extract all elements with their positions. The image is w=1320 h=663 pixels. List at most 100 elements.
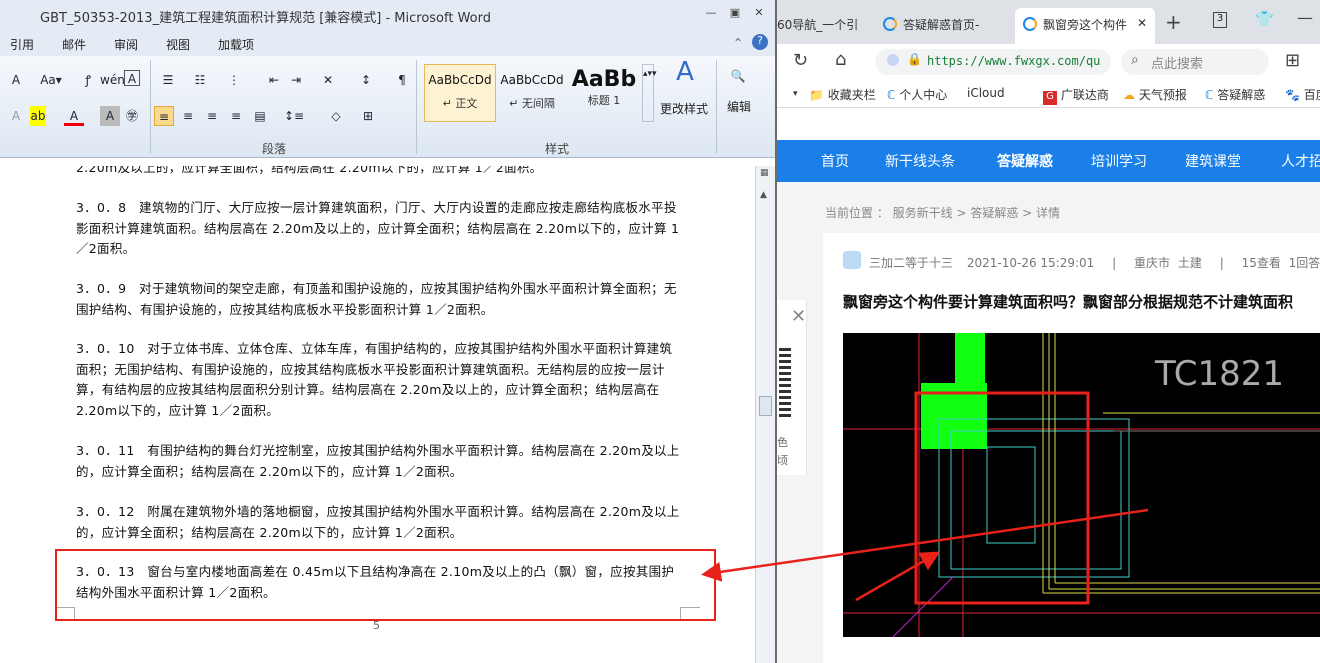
font-color-icon[interactable]: A bbox=[64, 106, 84, 126]
multilevel-list-icon[interactable]: ⋮ bbox=[224, 70, 244, 90]
style-name: ↵ 无间隔 bbox=[509, 97, 555, 110]
enclose-char-icon[interactable]: ㊫ bbox=[122, 106, 142, 126]
paragraph-3-0-10: 3．0．10 对于立体书库、立体仓库、立体车库，有围护结构的，应按其围护结构外围… bbox=[76, 341, 673, 418]
bookmark-item[interactable]: ☁ 天气预报 bbox=[1123, 86, 1187, 103]
url-text: https://www.fwxgx.com/qu bbox=[927, 54, 1101, 68]
bookmark-item[interactable]: ℂ 个人中心 bbox=[887, 86, 947, 103]
site-info-icon[interactable] bbox=[887, 54, 899, 66]
qr-code-icon[interactable] bbox=[779, 348, 791, 420]
side-panel-close-icon[interactable]: ✕ bbox=[791, 306, 806, 327]
bookmark-item[interactable]: 🐾 百度 bbox=[1285, 86, 1320, 103]
scroll-up-icon[interactable]: ▲ bbox=[760, 190, 767, 200]
author-name[interactable]: 三加二等于十三 bbox=[869, 256, 953, 270]
browser-tab-active[interactable]: 飘窗旁这个构件 ✕ bbox=[1015, 8, 1155, 44]
increase-indent-icon[interactable]: ⇥ bbox=[286, 70, 306, 90]
change-styles-icon[interactable]: A bbox=[670, 59, 700, 85]
address-bar-row: ↻ ⌂ 🔒 https://www.fwxgx.com/qu ⌕ 点此搜索 ⊞ bbox=[777, 44, 1320, 78]
bookmark-item[interactable]: iCloud bbox=[967, 86, 1005, 100]
show-marks-icon[interactable]: ¶ bbox=[392, 70, 412, 90]
bookmark-label: 广联达商 bbox=[1060, 88, 1109, 102]
bookmark-label: iCloud bbox=[967, 86, 1005, 100]
find-icon[interactable]: 🔍 bbox=[728, 66, 748, 86]
clear-format-icon[interactable]: ꝭ bbox=[78, 70, 98, 90]
paragraph-3-0-12: 3．0．12 附属在建筑物外墙的落地橱窗，应按其围护结构外围水平面积计算。结构层… bbox=[76, 504, 680, 540]
bookmark-label: 百度 bbox=[1303, 88, 1320, 102]
align-right-icon[interactable]: ≡ bbox=[202, 106, 222, 126]
tab-close-icon[interactable]: ✕ bbox=[1137, 16, 1147, 30]
style-gallery-scroll[interactable]: ▴▾▾ bbox=[642, 64, 657, 122]
side-label: 顷 bbox=[777, 454, 788, 467]
highlight-icon[interactable]: ab bbox=[30, 106, 46, 126]
decrease-indent-icon[interactable]: ⇤ bbox=[264, 70, 284, 90]
apps-grid-icon[interactable]: ⊞ bbox=[1285, 50, 1300, 71]
collapse-ribbon-icon[interactable]: ⌃ bbox=[733, 36, 743, 50]
bookmark-label: 收藏夹栏 bbox=[827, 88, 876, 102]
align-center-icon[interactable]: ≡ bbox=[178, 106, 198, 126]
site-nav: 首页 新干线头条 答疑解惑 培训学习 建筑课堂 人才招 bbox=[777, 140, 1320, 182]
help-icon[interactable]: ? bbox=[752, 34, 768, 50]
paragraph: 2.20m及以上的，应计算全面积；结构层高在 2.20m以下的，应计算 1／2面… bbox=[76, 166, 543, 175]
browser-tab[interactable]: 60导航_一个引 bbox=[777, 8, 861, 44]
edit-label[interactable]: 编辑 bbox=[727, 98, 751, 115]
tab-view[interactable]: 视图 bbox=[166, 36, 190, 53]
bookmark-label: 个人中心 bbox=[899, 88, 948, 102]
vertical-scrollbar[interactable]: ▦ ▲ bbox=[755, 166, 775, 663]
ruler bbox=[0, 158, 757, 166]
cad-image[interactable]: TC1821 bbox=[843, 333, 1320, 637]
home-icon[interactable]: ⌂ bbox=[835, 49, 846, 70]
style-normal[interactable]: AaBbCcDd ↵ 正文 bbox=[424, 64, 496, 122]
minimize-icon[interactable]: — bbox=[702, 6, 720, 22]
bookmark-item[interactable]: G 广联达商 bbox=[1043, 86, 1109, 105]
new-tab-icon[interactable]: + bbox=[1165, 10, 1182, 34]
shading-icon[interactable]: ◇ bbox=[326, 106, 346, 126]
search-field[interactable]: ⌕ 点此搜索 bbox=[1121, 49, 1269, 75]
shirt-icon[interactable]: 👕 bbox=[1255, 10, 1274, 28]
close-icon[interactable]: ✕ bbox=[750, 6, 768, 22]
sort-icon[interactable]: ↕ bbox=[356, 70, 376, 90]
group-paragraph-label: 段落 bbox=[262, 142, 287, 156]
nav-training[interactable]: 培训学习 bbox=[1091, 151, 1147, 171]
tab-mailings[interactable]: 邮件 bbox=[62, 36, 86, 53]
char-shading-icon[interactable]: A bbox=[100, 106, 120, 126]
word-titlebar: GBT_50353-2013_建筑工程建筑面积计算规范 [兼容模式] - Mic… bbox=[0, 0, 775, 30]
numbering-icon[interactable]: ☷ bbox=[190, 70, 210, 90]
tab-review[interactable]: 审阅 bbox=[114, 36, 138, 53]
char-border-icon[interactable]: A bbox=[124, 70, 140, 86]
bullets-icon[interactable]: ☰ bbox=[158, 70, 178, 90]
avatar[interactable] bbox=[843, 251, 861, 269]
maximize-icon[interactable]: ▣ bbox=[726, 6, 744, 22]
chinese-layout-icon[interactable]: ✕ bbox=[318, 70, 338, 90]
bookmark-item[interactable]: ℂ 答疑解惑 bbox=[1205, 86, 1265, 103]
distributed-icon[interactable]: ▤ bbox=[250, 106, 270, 126]
nav-classroom[interactable]: 建筑课堂 bbox=[1185, 151, 1241, 171]
breadcrumb: 当前位置 ： 服务新干线 > 答疑解惑 > 详情 bbox=[825, 206, 1060, 220]
scroll-thumb[interactable] bbox=[759, 396, 772, 416]
change-styles-label[interactable]: 更改样式 bbox=[660, 100, 708, 117]
align-left-icon[interactable]: ≡ bbox=[154, 106, 174, 126]
style-no-spacing[interactable]: AaBbCcDd ↵ 无间隔 bbox=[496, 64, 568, 122]
url-field[interactable]: 🔒 https://www.fwxgx.com/qu bbox=[875, 49, 1111, 75]
browser-tab[interactable]: 答疑解惑首页- bbox=[875, 8, 1005, 44]
borders-icon[interactable]: ⊞ bbox=[358, 106, 378, 126]
tab-count-icon[interactable]: 3 bbox=[1213, 12, 1227, 28]
tab-references[interactable]: 引用 bbox=[10, 36, 34, 53]
bookmark-folder[interactable]: 📁 收藏夹栏 bbox=[809, 86, 876, 103]
nav-qa[interactable]: 答疑解惑 bbox=[997, 151, 1053, 171]
tab-addins[interactable]: 加载项 bbox=[218, 36, 254, 53]
line-spacing-icon[interactable]: ↕≡ bbox=[284, 106, 304, 126]
text-effect-icon[interactable]: A bbox=[6, 106, 26, 126]
style-heading-1[interactable]: AaBb 标题 1 bbox=[568, 64, 640, 122]
justify-icon[interactable]: ≡ bbox=[226, 106, 246, 126]
bookmark-dropdown-icon[interactable]: ▾ bbox=[793, 89, 798, 99]
ruler-toggle-icon[interactable]: ▦ bbox=[760, 168, 769, 178]
minimize-icon[interactable]: — bbox=[1297, 8, 1313, 27]
page-top-gap bbox=[777, 108, 1320, 140]
reload-icon[interactable]: ↻ bbox=[793, 50, 808, 71]
change-case-icon[interactable]: Aa▾ bbox=[38, 70, 64, 90]
font-size-shrink-icon[interactable]: A bbox=[6, 70, 26, 90]
nav-jobs[interactable]: 人才招 bbox=[1281, 151, 1320, 171]
nav-home[interactable]: 首页 bbox=[821, 151, 849, 171]
nav-headlines[interactable]: 新干线头条 bbox=[885, 151, 955, 171]
bookmarks-bar: ▾ 📁 收藏夹栏 ℂ 个人中心 iCloud G 广联达商 ☁ 天气预报 ℂ 答… bbox=[777, 78, 1320, 108]
phonetic-icon[interactable]: wén bbox=[100, 70, 125, 90]
